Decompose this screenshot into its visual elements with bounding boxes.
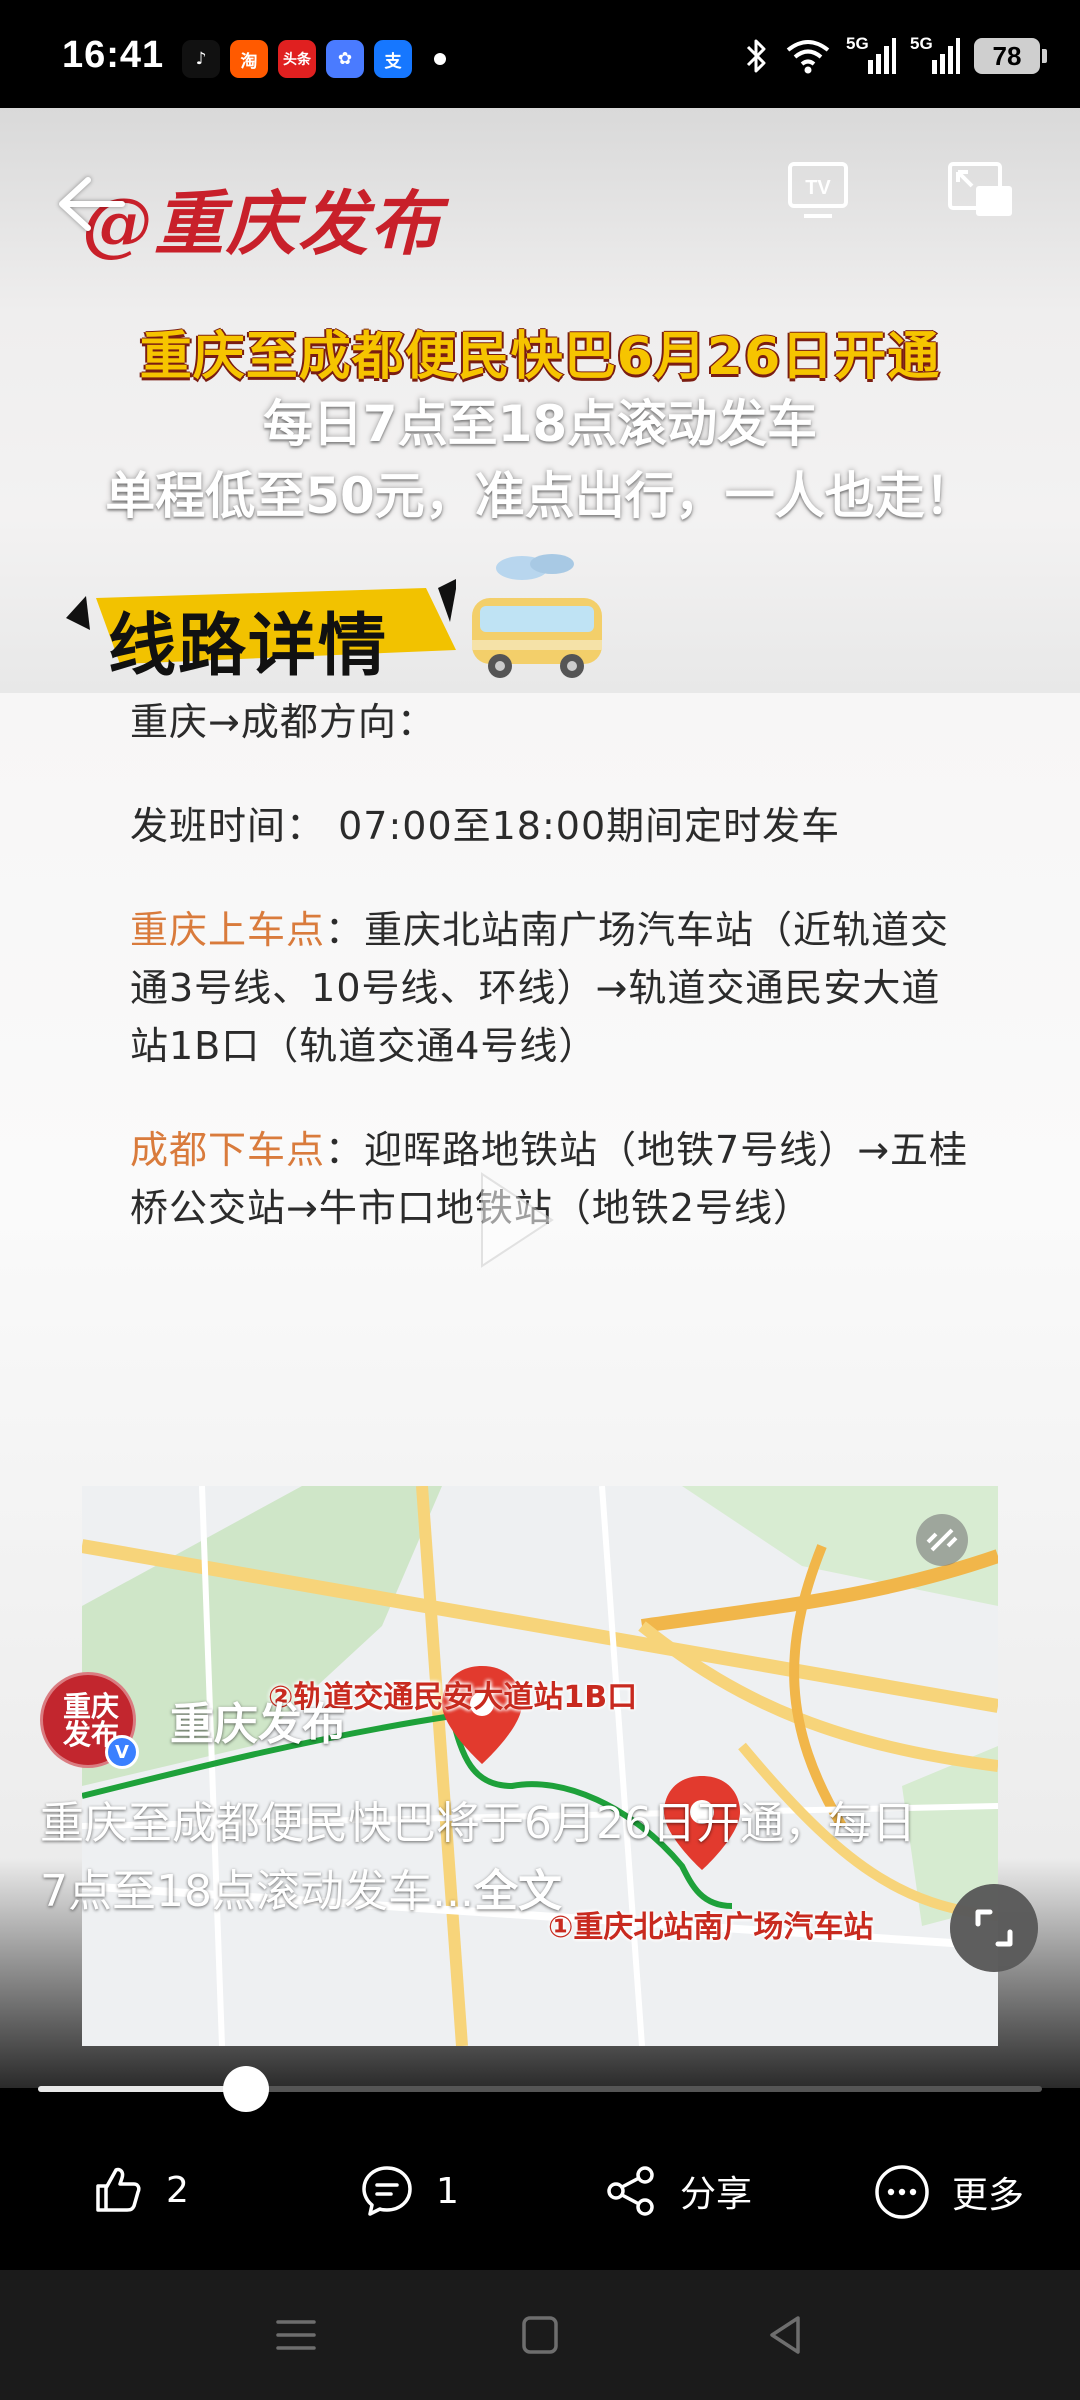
progress-knob[interactable] (222, 2066, 269, 2112)
signal-icon (868, 38, 896, 74)
share-icon (607, 2166, 654, 2216)
notification-icons: ♪ 淘 头条 ✿ 支 (182, 40, 446, 78)
system-nav-bar (0, 2270, 1080, 2400)
status-bar: 16:41 ♪ 淘 头条 ✿ 支 5G 5G 78 (0, 0, 1080, 108)
alipay-icon: 支 (374, 40, 412, 78)
douyin-icon: ♪ (182, 40, 220, 78)
play-icon[interactable] (476, 1170, 556, 1270)
caption-expand-link[interactable]: 全文 (474, 1866, 562, 1917)
account-row[interactable]: 重庆发布 V 重庆发布 (40, 1672, 346, 1769)
share-button[interactable]: 分享 (604, 2164, 752, 2218)
home-icon[interactable] (510, 2310, 570, 2360)
status-time: 16:41 (62, 34, 165, 76)
schedule-value: 07:00至18:00期间定时发车 (338, 804, 841, 848)
svg-text:TV: TV (805, 177, 831, 199)
pickup-label: 重庆上车点 (130, 908, 326, 952)
signal-1: 5G (846, 34, 896, 76)
more-notifications-dot (434, 53, 446, 65)
like-button[interactable]: 2 (92, 2164, 189, 2216)
picture-in-picture-icon[interactable] (946, 158, 1016, 222)
headline-price: 单程低至50元，准点出行，一人也走！ (105, 467, 975, 525)
bus-icon (472, 554, 602, 678)
tv-cast-icon[interactable]: TV (786, 158, 850, 222)
back-arrow-icon[interactable] (48, 164, 128, 244)
signal-2: 5G (910, 34, 960, 76)
comment-button[interactable]: 1 (360, 2164, 459, 2218)
route-direction: 重庆→成都方向： (130, 700, 436, 744)
photos-icon: ✿ (326, 40, 364, 78)
verified-badge-icon: V (105, 1735, 139, 1769)
wifi-icon (786, 40, 830, 74)
comment-count: 1 (436, 2170, 459, 2212)
more-button[interactable]: 更多 (874, 2164, 1024, 2220)
fullscreen-button[interactable] (950, 1884, 1038, 1972)
bluetooth-icon (746, 39, 766, 73)
account-name[interactable]: 重庆发布 (170, 1688, 346, 1752)
back-nav-icon[interactable] (756, 2310, 816, 2360)
recent-apps-icon[interactable] (266, 2310, 326, 2360)
action-bar: 2 1 分享 更多 (0, 2120, 1080, 2270)
dropoff-label: 成都下车点 (130, 1128, 326, 1172)
more-label: 更多 (952, 2175, 1025, 2216)
pickup-line: 重庆上车点：重庆北站南广场汽车站（近轨道交通3号线、10号线、环线）→轨道交通民… (130, 901, 970, 1075)
thumbs-up-icon (96, 2167, 141, 2212)
headline-main: 重庆至成都便民快巴6月26日开通 (139, 327, 941, 387)
video-caption[interactable]: 重庆至成都便民快巴将于6月26日开通，每日7点至18点滚动发车...全文 (40, 1790, 940, 1926)
like-count: 2 (166, 2169, 189, 2211)
taobao-icon: 淘 (230, 40, 268, 78)
share-label: 分享 (680, 2174, 753, 2215)
route-banner-title: 线路详情 (108, 607, 389, 686)
toutiao-icon: 头条 (278, 40, 316, 78)
progress-fill (38, 2086, 246, 2092)
brand-logo: @重庆发布 (82, 182, 442, 265)
signal-icon (932, 38, 960, 74)
comment-icon (362, 2166, 412, 2216)
schedule-label: 发班时间： (130, 804, 326, 848)
schedule-line: 发班时间： 07:00至18:00期间定时发车 (130, 797, 970, 855)
headline-schedule: 每日7点至18点滚动发车 (262, 395, 818, 453)
video-progress[interactable] (0, 2060, 1080, 2120)
more-dots-icon (875, 2165, 929, 2219)
account-avatar[interactable]: 重庆发布 V (40, 1672, 139, 1769)
status-right: 5G 5G 78 (744, 34, 1047, 76)
battery-indicator: 78 (974, 38, 1047, 74)
